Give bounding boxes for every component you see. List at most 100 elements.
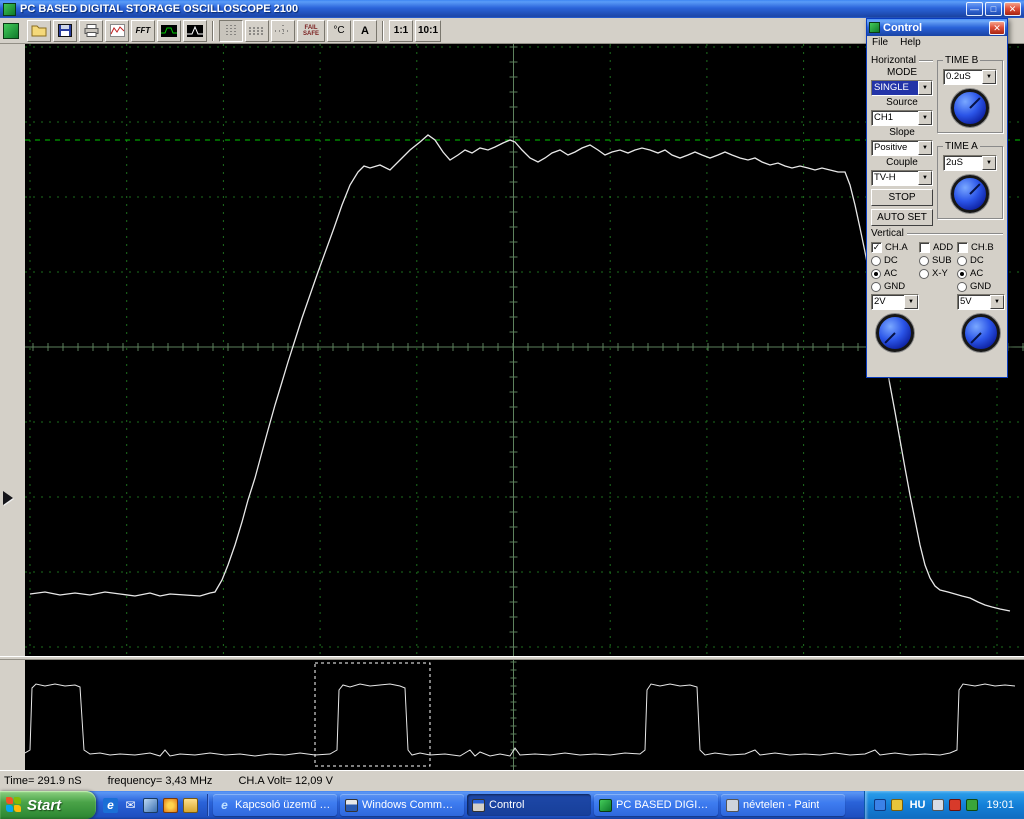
autoset-button[interactable]: AUTO SET [871, 209, 933, 226]
left-gutter-bottom [0, 660, 25, 770]
window-icon [3, 2, 16, 16]
grid-hlines-button[interactable] [245, 19, 269, 42]
cha-checkbox[interactable]: ✓ CH.A [871, 241, 919, 254]
window-title: PC BASED DIGITAL STORAGE OSCILLOSCOPE 21… [20, 3, 299, 15]
cha-dc-radio[interactable]: DC [871, 254, 919, 267]
taskbar-task-control[interactable]: Control [467, 794, 591, 816]
toolbar-app-icon[interactable] [3, 22, 19, 39]
minimize-button[interactable]: — [966, 2, 983, 16]
control-close-button[interactable]: ✕ [989, 20, 1005, 35]
time-b-knob[interactable] [951, 89, 989, 127]
cha-ac-radio[interactable]: AC [871, 267, 919, 280]
dropdown-arrow-icon[interactable]: ▼ [918, 111, 932, 125]
time-b-select[interactable]: 0.2uS ▼ [943, 69, 997, 85]
taskbar-task-kapcsolo[interactable]: eKapcsoló üzemű táp ... [213, 794, 337, 816]
save-button[interactable] [53, 19, 77, 42]
time-a-group: TIME A 2uS ▼ [937, 141, 1003, 219]
knob-pointer [969, 183, 981, 195]
dropdown-arrow-icon[interactable]: ▼ [990, 295, 1004, 309]
mode-select[interactable]: SINGLE ▼ [871, 80, 933, 96]
trigger-marker[interactable] [3, 491, 13, 505]
add-checkbox[interactable]: ADD [919, 241, 957, 254]
folder-quicklaunch-icon[interactable] [183, 797, 198, 813]
chb-volts-select[interactable]: 5V ▼ [957, 294, 1005, 310]
font-button[interactable]: A [353, 19, 377, 42]
toolbar-separator [382, 20, 384, 41]
network-tray-icon[interactable] [966, 799, 979, 811]
control-body: Horizontal MODE SINGLE ▼ Source CH1 ▼ Slop… [867, 51, 1007, 354]
close-button[interactable]: ✕ [1004, 2, 1021, 16]
taskbar-task-paint[interactable]: névtelen - Paint [721, 794, 845, 816]
antivirus-tray-icon[interactable] [949, 799, 962, 811]
chart-button[interactable] [105, 19, 129, 42]
control-app-icon [472, 798, 485, 812]
celsius-button[interactable]: °C [327, 19, 351, 42]
knob-pointer [884, 332, 896, 344]
menu-help[interactable]: Help [900, 37, 921, 50]
updates-tray-icon[interactable] [890, 799, 903, 811]
grid-cross-icon [275, 24, 291, 37]
cha-gnd-radio[interactable]: GND [871, 280, 919, 293]
chb-dc-radio[interactable]: DC [957, 254, 1005, 267]
couple-select[interactable]: TV-H ▼ [871, 170, 933, 186]
chb-checkbox[interactable]: CH.B [957, 241, 1005, 254]
ratio-1-1-button[interactable]: 1:1 [389, 19, 413, 42]
chb-position-knob[interactable] [962, 314, 1000, 352]
vertical-group-label: Vertical [871, 227, 1003, 239]
maximize-button[interactable]: □ [985, 2, 1002, 16]
source-label: Source [886, 97, 918, 108]
cha-volts-select[interactable]: 2V ▼ [871, 294, 919, 310]
messenger-tray-icon[interactable] [873, 799, 886, 811]
persist-display-button[interactable] [183, 19, 207, 42]
language-indicator[interactable]: HU [908, 799, 928, 811]
dropdown-arrow-icon[interactable]: ▼ [918, 81, 932, 95]
printer-icon [84, 24, 98, 37]
control-titlebar[interactable]: Control ✕ [867, 19, 1007, 36]
dropdown-arrow-icon[interactable]: ▼ [918, 171, 932, 185]
stop-button[interactable]: STOP [871, 189, 933, 206]
volume-icon[interactable] [932, 799, 945, 811]
dropdown-arrow-icon[interactable]: ▼ [904, 295, 918, 309]
start-button[interactable]: Start [0, 791, 96, 819]
scope-display-button[interactable] [157, 19, 181, 42]
xy-radio[interactable]: X-Y [919, 267, 957, 280]
mail-quicklaunch-icon[interactable]: ✉ [123, 798, 138, 813]
ie-quicklaunch-icon[interactable]: e [103, 797, 118, 813]
slope-select[interactable]: Positive ▼ [871, 140, 933, 156]
status-frequency: frequency= 3,43 MHz [107, 775, 213, 787]
ie-icon: e [221, 797, 228, 812]
cha-position-knob[interactable] [876, 314, 914, 352]
show-desktop-icon[interactable] [143, 797, 158, 813]
dropdown-arrow-icon[interactable]: ▼ [982, 70, 996, 84]
time-a-knob[interactable] [951, 175, 989, 213]
grid-vlines-icon [226, 24, 236, 37]
taskbar-task-oscilloscope[interactable]: PC BASED DIGITAL ... [594, 794, 718, 816]
scope-overview-row [0, 660, 1024, 770]
time-b-group: TIME B 0.2uS ▼ [937, 55, 1003, 133]
taskbar-task-commander[interactable]: Windows Commande... [340, 794, 464, 816]
main-titlebar[interactable]: PC BASED DIGITAL STORAGE OSCILLOSCOPE 21… [0, 0, 1024, 18]
oscilloscope-icon [599, 798, 612, 812]
ratio-10-1-button[interactable]: 10:1 [415, 19, 442, 42]
menu-file[interactable]: File [872, 37, 888, 50]
dropdown-arrow-icon[interactable]: ▼ [918, 141, 932, 155]
chb-gnd-radio[interactable]: GND [957, 280, 1005, 293]
grid-dots-button[interactable] [219, 19, 243, 42]
clock[interactable]: 19:01 [986, 799, 1014, 811]
failsafe-button[interactable]: FAIL SAFE [297, 19, 325, 42]
open-button[interactable] [27, 19, 51, 42]
overview-scope-display[interactable] [25, 660, 1024, 770]
fft-button[interactable]: FFT [131, 19, 155, 42]
time-a-label: TIME A [943, 141, 980, 152]
status-bar: Time= 291.9 nS frequency= 3,43 MHz CH.A … [0, 770, 1024, 791]
taskbar-separator [207, 794, 209, 816]
time-a-select[interactable]: 2uS ▼ [943, 155, 997, 171]
sub-radio[interactable]: SUB [919, 254, 957, 267]
source-select[interactable]: CH1 ▼ [871, 110, 933, 126]
chb-ac-radio[interactable]: AC [957, 267, 1005, 280]
print-button[interactable] [79, 19, 103, 42]
media-player-icon[interactable] [163, 797, 178, 813]
dropdown-arrow-icon[interactable]: ▼ [982, 156, 996, 170]
grid-cross-button[interactable] [271, 19, 295, 42]
time-b-label: TIME B [943, 55, 981, 66]
